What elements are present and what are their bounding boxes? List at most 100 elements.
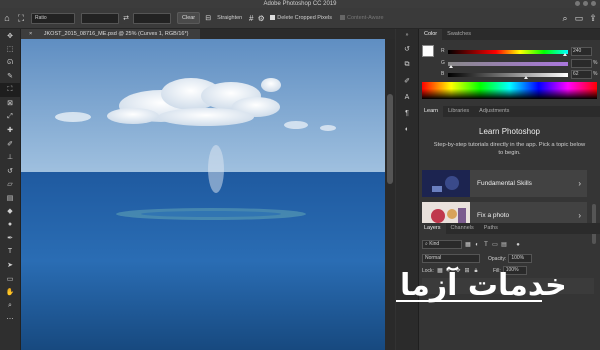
crop-icon[interactable]: ⛶ <box>0 83 20 97</box>
tab-swatches[interactable]: Swatches <box>442 29 476 40</box>
hand-icon[interactable]: ✋ <box>0 286 20 300</box>
tools-panel: ✥ ⬚ ᘏ ✎ ⛶ ⊠ ⤢ ✚ ✐ ⊥ ↺ ▱ ▤ ◆ ● ✒ T ➤ ▭ ✋ … <box>0 29 21 350</box>
healing-icon[interactable]: ✚ <box>0 124 20 138</box>
tab-color[interactable]: Color <box>419 29 443 40</box>
watermark-logo: خدمات آزما <box>400 268 567 303</box>
clone-stamp-icon[interactable]: ⊥ <box>0 151 20 165</box>
dodge-icon[interactable]: ● <box>0 218 20 232</box>
pen-icon[interactable]: ✒ <box>0 232 20 246</box>
document-tab[interactable]: × JKOST_2015_08716_ME.psd @ 25% (Curves … <box>21 29 395 39</box>
marquee-icon[interactable]: ⬚ <box>0 43 20 57</box>
scrollbar-thumb[interactable] <box>387 94 393 184</box>
fundamental-skills-thumbnail <box>422 170 470 197</box>
tutorial-card-fundamental-skills[interactable]: Fundamental Skills › <box>422 170 587 197</box>
share-icon[interactable]: ⇪ <box>586 11 600 25</box>
frame-icon[interactable]: ⊠ <box>0 97 20 111</box>
blue-slider-thumb[interactable] <box>524 76 528 79</box>
brush-settings-icon[interactable]: ✐ <box>396 73 418 89</box>
tab-libraries[interactable]: Libraries <box>443 106 474 117</box>
foreground-background-swatches[interactable] <box>422 45 439 63</box>
watermark-underline <box>396 300 542 302</box>
doc-close-icon[interactable]: × <box>25 29 39 39</box>
red-slider-thumb[interactable] <box>563 53 567 56</box>
pixel-filter-icon[interactable]: ▦ <box>465 242 471 248</box>
document-canvas[interactable] <box>21 39 385 350</box>
history-icon[interactable]: ↺ <box>396 41 418 57</box>
filter-kind-select[interactable]: ⌕ Kind <box>422 240 462 249</box>
opacity-label: Opacity: <box>488 255 507 262</box>
more-icon[interactable]: ⋯ <box>0 313 20 327</box>
swap-icon[interactable]: ⇄ <box>122 11 130 25</box>
smart-object-filter-icon[interactable]: ▤ <box>501 242 507 248</box>
blue-value-field[interactable]: 62 <box>571 70 592 79</box>
green-slider-row: G % <box>441 59 600 69</box>
options-bar: ⌂ ⛶ Ratio ⇄ Clear ⊟ Straighten # ⚙ Delet… <box>0 8 600 29</box>
red-value-field[interactable]: 240 <box>571 47 592 56</box>
gradient-icon[interactable]: ▤ <box>0 191 20 205</box>
rectangle-icon[interactable]: ▭ <box>0 272 20 286</box>
blur-icon[interactable]: ◆ <box>0 205 20 219</box>
green-slider[interactable] <box>448 62 568 66</box>
lasso-icon[interactable]: ᘏ <box>0 56 20 70</box>
path-select-icon[interactable]: ➤ <box>0 259 20 273</box>
workspace-icon[interactable]: ▭ <box>572 11 586 25</box>
collapse-icon[interactable]: » <box>396 29 418 41</box>
close-button[interactable] <box>591 1 596 6</box>
clear-button[interactable]: Clear <box>177 12 201 24</box>
canvas-vertical-scrollbar[interactable] <box>385 39 395 350</box>
blue-slider-row: B 62 % <box>441 70 600 80</box>
history-brush-icon[interactable]: ↺ <box>0 164 20 178</box>
eyedropper-icon[interactable]: ⤢ <box>0 110 20 124</box>
straighten-label[interactable]: Straighten <box>217 15 242 21</box>
window-title: Adobe Photoshop CC 2019 <box>263 1 337 7</box>
properties-icon[interactable]: ⧉ <box>396 57 418 73</box>
ratio-height-field[interactable] <box>133 12 171 24</box>
minimize-button[interactable] <box>575 1 580 6</box>
quick-select-icon[interactable]: ✎ <box>0 70 20 84</box>
search-icon[interactable]: ⌕ <box>558 11 572 25</box>
blend-mode-select[interactable]: Normal <box>422 254 480 263</box>
green-slider-thumb[interactable] <box>449 65 453 68</box>
tab-channels[interactable]: Channels <box>446 223 479 234</box>
foreground-swatch[interactable] <box>422 45 434 57</box>
tab-learn[interactable]: Learn <box>419 106 444 117</box>
window-controls <box>575 1 596 6</box>
red-slider[interactable] <box>448 50 568 54</box>
filter-toggle-icon[interactable]: ● <box>515 242 521 248</box>
opacity-field[interactable]: 100% <box>508 254 533 263</box>
straighten-icon[interactable]: ⊟ <box>203 11 213 25</box>
delete-cropped-label: Delete Cropped Pixels <box>277 15 332 21</box>
ratio-select[interactable]: Ratio <box>31 12 75 24</box>
green-value-field[interactable] <box>571 59 592 68</box>
learn-description: Step-by-step tutorials directly in the a… <box>433 142 586 156</box>
crop-tool-preset-icon[interactable]: ⛶ <box>14 11 28 25</box>
ratio-width-field[interactable] <box>81 12 119 24</box>
character-icon[interactable]: A <box>396 89 418 105</box>
settings-gear-icon[interactable]: ⚙ <box>256 11 266 25</box>
zoom-icon[interactable]: ⌕ <box>0 299 20 313</box>
red-label: R <box>441 48 445 54</box>
content-aware-checkbox[interactable]: Content-Aware <box>339 15 384 21</box>
blue-slider[interactable] <box>448 73 568 77</box>
color-panel-tabs: Color Swatches <box>419 29 600 40</box>
home-icon[interactable]: ⌂ <box>0 11 14 25</box>
layers-panel-tabs: Layers Channels Paths <box>419 223 600 234</box>
type-icon[interactable]: T <box>0 245 20 259</box>
learn-title: Learn Photoshop <box>479 127 540 136</box>
adjustment-filter-icon[interactable]: ◐ <box>474 242 480 248</box>
eraser-icon[interactable]: ▱ <box>0 178 20 192</box>
shape-filter-icon[interactable]: ▭ <box>492 242 498 248</box>
checkbox-checked-icon <box>270 15 276 21</box>
delete-cropped-checkbox[interactable]: Delete Cropped Pixels <box>270 15 332 21</box>
zoom-button[interactable] <box>583 1 588 6</box>
overlay-grid-icon[interactable]: # <box>246 11 256 25</box>
tab-adjustments[interactable]: Adjustments <box>474 106 514 117</box>
color-spectrum-ramp[interactable] <box>422 82 597 99</box>
tab-paths[interactable]: Paths <box>479 223 503 234</box>
type-filter-icon[interactable]: T <box>483 242 489 248</box>
paragraph-icon[interactable]: ¶ <box>396 105 418 121</box>
tab-layers[interactable]: Layers <box>419 223 446 234</box>
adjust-icon[interactable]: ◐ <box>396 121 418 137</box>
move-icon[interactable]: ✥ <box>0 29 20 43</box>
brush-icon[interactable]: ✐ <box>0 137 20 151</box>
